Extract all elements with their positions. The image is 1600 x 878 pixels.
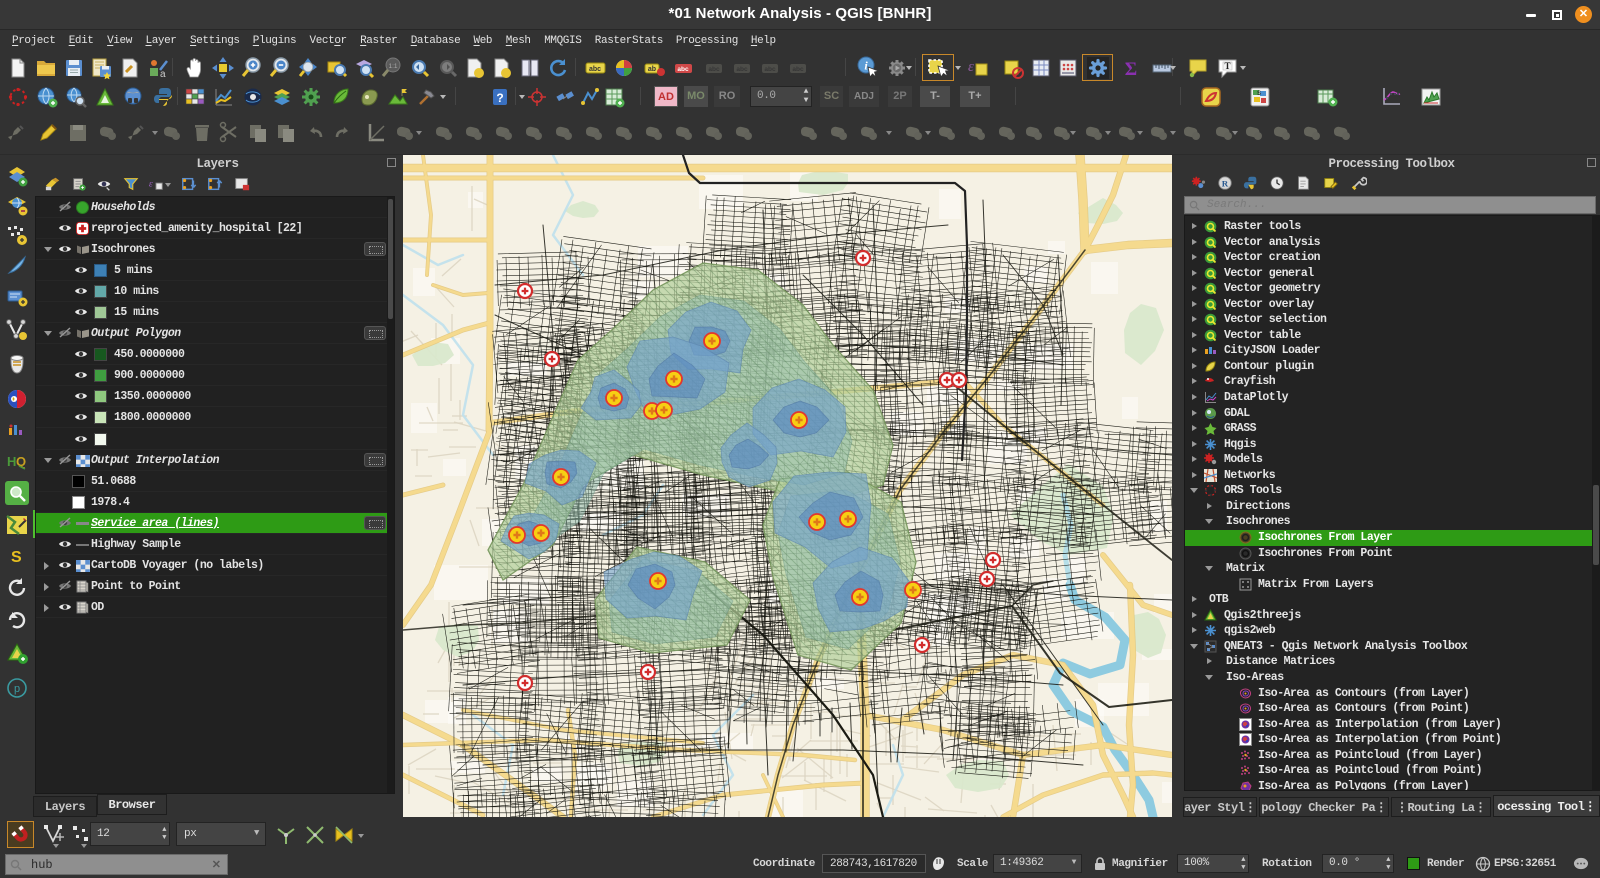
svg-text:S: S <box>11 549 22 566</box>
svg-text:abc: abc <box>792 66 804 73</box>
svg-text:H: H <box>7 454 16 469</box>
svg-text:ε: ε <box>149 179 153 190</box>
svg-text:a: a <box>160 69 166 80</box>
svg-text:S: S <box>1257 91 1261 97</box>
svg-text:abc: abc <box>764 66 776 73</box>
svg-text:abc: abc <box>708 66 720 73</box>
svg-text:abc: abc <box>589 66 601 73</box>
svg-text:ab: ab <box>648 66 656 73</box>
svg-text:abc: abc <box>736 66 748 73</box>
svg-text:ε: ε <box>968 59 974 75</box>
svg-text:R: R <box>1222 179 1229 189</box>
svg-text:T: T <box>1224 61 1230 71</box>
svg-text:abc: abc <box>677 66 689 73</box>
svg-text:1:1: 1:1 <box>388 63 397 70</box>
svg-text:p: p <box>14 683 20 695</box>
svg-text:Σ: Σ <box>1125 59 1137 80</box>
svg-text:?: ? <box>496 91 503 105</box>
